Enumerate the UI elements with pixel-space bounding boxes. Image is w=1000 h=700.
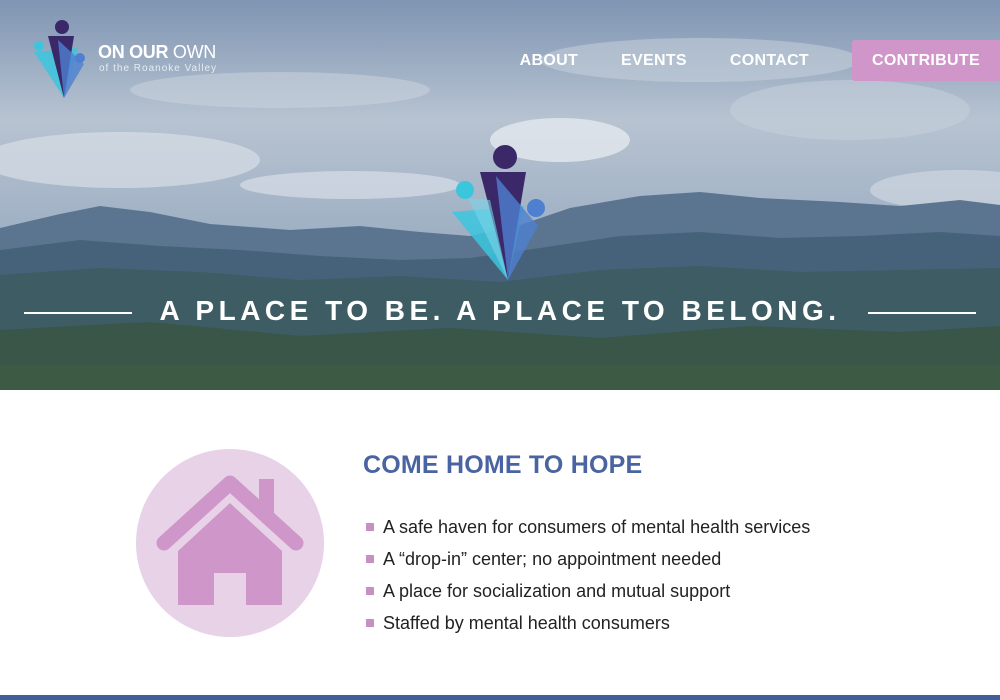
- hero-tagline: A PLACE TO BE. A PLACE TO BELONG.: [159, 295, 841, 326]
- list-item-text: Staffed by mental health consumers: [383, 612, 670, 633]
- list-item-text: A place for socialization and mutual sup…: [383, 580, 731, 601]
- bullet-icon: [366, 555, 374, 563]
- logo-title-light: OWN: [172, 42, 216, 62]
- logo-figure-icon: [34, 20, 85, 98]
- logo-subtitle: of the Roanoke Valley: [99, 63, 218, 74]
- bullet-icon: [366, 587, 374, 595]
- list-item: Staffed by mental health consumers: [366, 607, 810, 639]
- list-item-text: A safe haven for consumers of mental hea…: [383, 516, 811, 537]
- bullet-icon: [366, 523, 374, 531]
- main-nav: ABOUT EVENTS CONTACT CONTRIBUTE: [520, 40, 1000, 81]
- site-logo[interactable]: ON OUR OWN of the Roanoke Valley: [30, 18, 240, 100]
- list-item-text: A “drop-in” center; no appointment neede…: [383, 548, 722, 569]
- hope-icon-circle: [136, 449, 324, 637]
- list-item: A place for socialization and mutual sup…: [366, 575, 810, 607]
- list-item: A safe haven for consumers of mental hea…: [366, 511, 810, 543]
- bullet-icon: [366, 619, 374, 627]
- logo-title-bold: ON OUR: [98, 42, 169, 62]
- nav-link-events[interactable]: EVENTS: [621, 52, 687, 70]
- tagline-block: A PLACE TO BE. A PLACE TO BELONG.: [0, 295, 1000, 331]
- nav-link-about[interactable]: ABOUT: [520, 52, 578, 70]
- hope-feature-list: A safe haven for consumers of mental hea…: [366, 511, 810, 639]
- logo-title: ON OUR OWN: [98, 42, 216, 63]
- hero-banner: ON OUR OWN of the Roanoke Valley ABOUT E…: [0, 0, 1000, 390]
- section-heading: COME HOME TO HOPE: [363, 451, 643, 479]
- nav-link-contact[interactable]: CONTACT: [730, 52, 809, 70]
- house-icon: [156, 475, 304, 605]
- list-item: A “drop-in” center; no appointment neede…: [366, 543, 810, 575]
- contribute-button[interactable]: CONTRIBUTE: [852, 40, 1000, 81]
- section-divider-bar: [0, 695, 1000, 700]
- tagline-divider-right: [868, 312, 976, 314]
